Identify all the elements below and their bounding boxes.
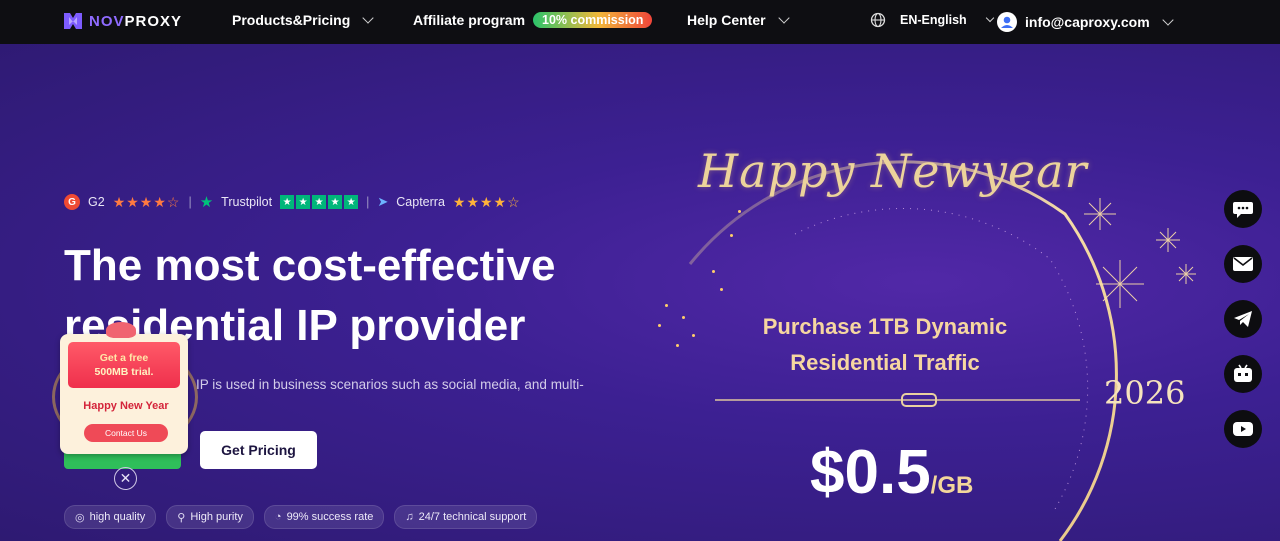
chevron-down-icon bbox=[777, 12, 790, 24]
trustpilot-label: Trustpilot bbox=[221, 195, 273, 209]
bot-button[interactable] bbox=[1224, 355, 1262, 393]
promo-line2: 500MB trial. bbox=[94, 366, 154, 378]
account-menu[interactable]: info@caproxy.com bbox=[997, 12, 1174, 32]
commission-badge: 10% commission bbox=[533, 12, 653, 28]
chat-button[interactable] bbox=[1224, 190, 1262, 228]
promo-popup[interactable]: Get a free 500MB trial. Happy New Year C… bbox=[52, 322, 200, 456]
trustpilot-star-icon: ★ bbox=[199, 194, 214, 211]
divider: | bbox=[188, 195, 192, 209]
feature-chip: ◎ high quality bbox=[64, 505, 157, 529]
language-label: EN-English bbox=[900, 13, 967, 27]
hero-subtitle: IP is used in business scenarios such as… bbox=[196, 377, 584, 392]
nav-affiliate-program[interactable]: Affiliate program 10% commission bbox=[413, 12, 653, 28]
email-button[interactable] bbox=[1224, 245, 1262, 283]
logo-icon bbox=[64, 13, 82, 29]
divider: | bbox=[366, 195, 370, 209]
get-pricing-button[interactable]: Get Pricing bbox=[200, 431, 317, 469]
g2-logo-icon: G bbox=[64, 194, 80, 210]
logo[interactable]: NOVPROXY bbox=[63, 11, 182, 31]
bot-icon bbox=[1234, 364, 1252, 382]
nav-help-label: Help Center bbox=[687, 12, 766, 28]
capterra-logo-icon: ➤ bbox=[377, 194, 389, 209]
account-email: info@caproxy.com bbox=[1025, 14, 1150, 30]
language-selector[interactable]: EN-English bbox=[870, 12, 994, 28]
banner-year: 2026 bbox=[1104, 374, 1186, 412]
mail-icon bbox=[1233, 257, 1253, 271]
logo-text: NOVPROXY bbox=[89, 12, 183, 30]
floating-contact-bar bbox=[1224, 190, 1262, 448]
feature-chip: ◔ 99% success rate bbox=[263, 505, 385, 529]
youtube-button[interactable] bbox=[1224, 410, 1262, 448]
banner-greeting: Happy Newyear bbox=[698, 144, 1088, 198]
chevron-down-icon bbox=[985, 13, 994, 23]
close-promo-button[interactable]: ✕ bbox=[114, 467, 137, 490]
purity-icon: ⚲ bbox=[177, 511, 186, 524]
gift-bow-icon bbox=[106, 322, 136, 338]
headset-icon: ♫ bbox=[405, 511, 414, 523]
banner-offer: Purchase 1TB Dynamic Residential Traffic bbox=[762, 314, 1008, 375]
promo-greeting: Happy New Year bbox=[83, 400, 169, 412]
g2-stars: ★★★★☆ bbox=[112, 193, 181, 210]
promo-ticket: Get a free 500MB trial. bbox=[68, 342, 180, 388]
feature-chip: ♫ 24/7 technical support bbox=[394, 505, 538, 529]
feature-chip: ⚲ High purity bbox=[166, 505, 254, 529]
feature-chips: ◎ high quality ⚲ High purity ◔ 99% success … bbox=[64, 505, 538, 529]
quality-icon: ◎ bbox=[75, 511, 85, 524]
capterra-label: Capterra bbox=[396, 195, 445, 209]
nav-products-label: Products&Pricing bbox=[232, 12, 351, 28]
new-year-banner[interactable]: Happy Newyear Purchase 1TB Dynamic Reside… bbox=[620, 44, 1220, 541]
nav-products-pricing[interactable]: Products&Pricing bbox=[232, 12, 374, 28]
youtube-icon bbox=[1233, 422, 1253, 436]
g2-label: G2 bbox=[88, 195, 105, 209]
trustpilot-stars: ★ ★ ★ ★ ★ bbox=[280, 195, 359, 209]
telegram-button[interactable] bbox=[1224, 300, 1262, 338]
chevron-down-icon bbox=[1161, 14, 1174, 26]
speed-icon: ◔ bbox=[274, 511, 282, 523]
banner-price: $0.5/GB bbox=[810, 438, 974, 507]
chat-icon bbox=[1233, 202, 1253, 218]
capterra-stars: ★★★★☆ bbox=[452, 193, 521, 210]
avatar-icon bbox=[997, 12, 1017, 32]
globe-icon bbox=[870, 12, 886, 28]
contact-us-button[interactable]: Contact Us bbox=[84, 424, 168, 442]
chevron-down-icon bbox=[362, 12, 374, 24]
nav-affiliate-label: Affiliate program bbox=[413, 12, 526, 28]
top-navbar: NOVPROXY Products&Pricing Affiliate prog… bbox=[0, 0, 1280, 44]
nav-help-center[interactable]: Help Center bbox=[687, 12, 790, 28]
telegram-icon bbox=[1234, 311, 1252, 327]
ratings-row: G G2 ★★★★☆ | ★ Trustpilot ★ ★ ★ ★ ★ | ➤ Capt… bbox=[64, 193, 521, 211]
promo-line1: Get a free bbox=[99, 352, 149, 364]
